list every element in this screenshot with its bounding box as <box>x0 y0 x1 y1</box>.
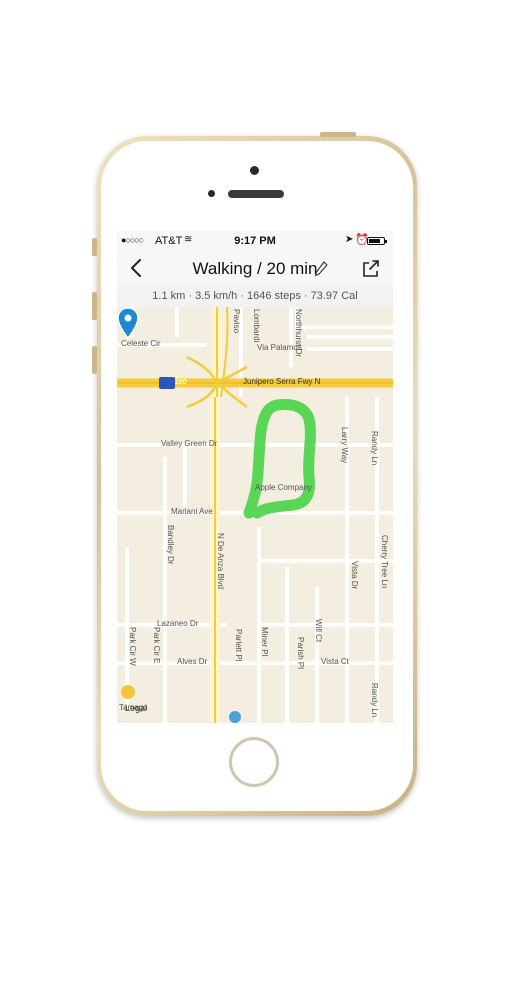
interstate-shield-icon <box>159 377 175 389</box>
proximity-sensor <box>208 190 215 197</box>
street-label: Vista Dr <box>350 561 359 590</box>
location-pin-icon[interactable] <box>117 307 139 339</box>
street-label: Northhurst Dr <box>294 309 303 358</box>
navigation-bar: Walking / 20 min <box>117 251 393 285</box>
legal-link[interactable]: Legal <box>125 703 147 713</box>
street-label: Park Cir E <box>152 627 161 664</box>
home-button[interactable] <box>229 737 279 787</box>
street-label: Celeste Cir <box>121 339 161 348</box>
street-label: Park Cir W <box>128 627 137 666</box>
street-label: Parlett Pl <box>234 629 243 662</box>
power-button <box>320 132 356 137</box>
earpiece-speaker <box>228 190 284 198</box>
location-arrow-icon: ➤ <box>345 234 354 245</box>
street-label: Bandley Dr <box>166 525 175 565</box>
silent-switch <box>92 238 97 256</box>
poi-marker-icon[interactable] <box>229 711 241 723</box>
street-label: Larry Way <box>340 427 349 464</box>
street-label: Randy Ln <box>370 431 379 466</box>
poi-bag-icon[interactable] <box>121 685 135 699</box>
street-label: Mariani Ave <box>171 507 213 516</box>
street-label: Lombardi <box>252 309 261 343</box>
freeway-label: Junipero Serra Fwy N <box>243 377 321 386</box>
street-label: N De Anza Blvd <box>216 533 225 590</box>
street-label: Parish Pl <box>296 637 305 670</box>
share-icon[interactable] <box>361 257 381 279</box>
street-label: Vista Ct <box>321 657 349 666</box>
street-label: Alves Dr <box>177 657 208 666</box>
battery-icon <box>367 237 387 245</box>
street-label: Lazaneo Dr <box>157 619 199 628</box>
poi-label: Apple Company <box>255 483 312 492</box>
street-label: Will Ct <box>314 619 323 643</box>
route-map[interactable]: 280 Celeste Cir Via Palamos Junipero Ser… <box>117 307 393 723</box>
front-camera <box>250 166 259 175</box>
app-screen: ●○○○○ AT&T ≋ 9:17 PM ➤ ⏰ Walking / 20 mi… <box>117 231 393 723</box>
status-bar: ●○○○○ AT&T ≋ 9:17 PM ➤ ⏰ <box>117 231 393 251</box>
street-label: Randy Ln <box>370 683 379 718</box>
interstate-number: 280 <box>175 379 187 386</box>
volume-up-button <box>92 292 97 320</box>
street-label: Paviso <box>232 309 241 334</box>
activity-title: Walking / 20 min <box>192 259 318 278</box>
street-label: Miner Pl <box>260 627 269 657</box>
street-label: Cherry Tree Ln <box>380 535 389 589</box>
activity-stats: 1.1 km · 3.5 km/h · 1646 steps · 73.97 C… <box>117 285 393 308</box>
pencil-edit-icon[interactable] <box>314 261 328 277</box>
walking-route <box>243 399 316 519</box>
street-label: Valley Green Dr <box>161 439 218 448</box>
volume-down-button <box>92 346 97 374</box>
